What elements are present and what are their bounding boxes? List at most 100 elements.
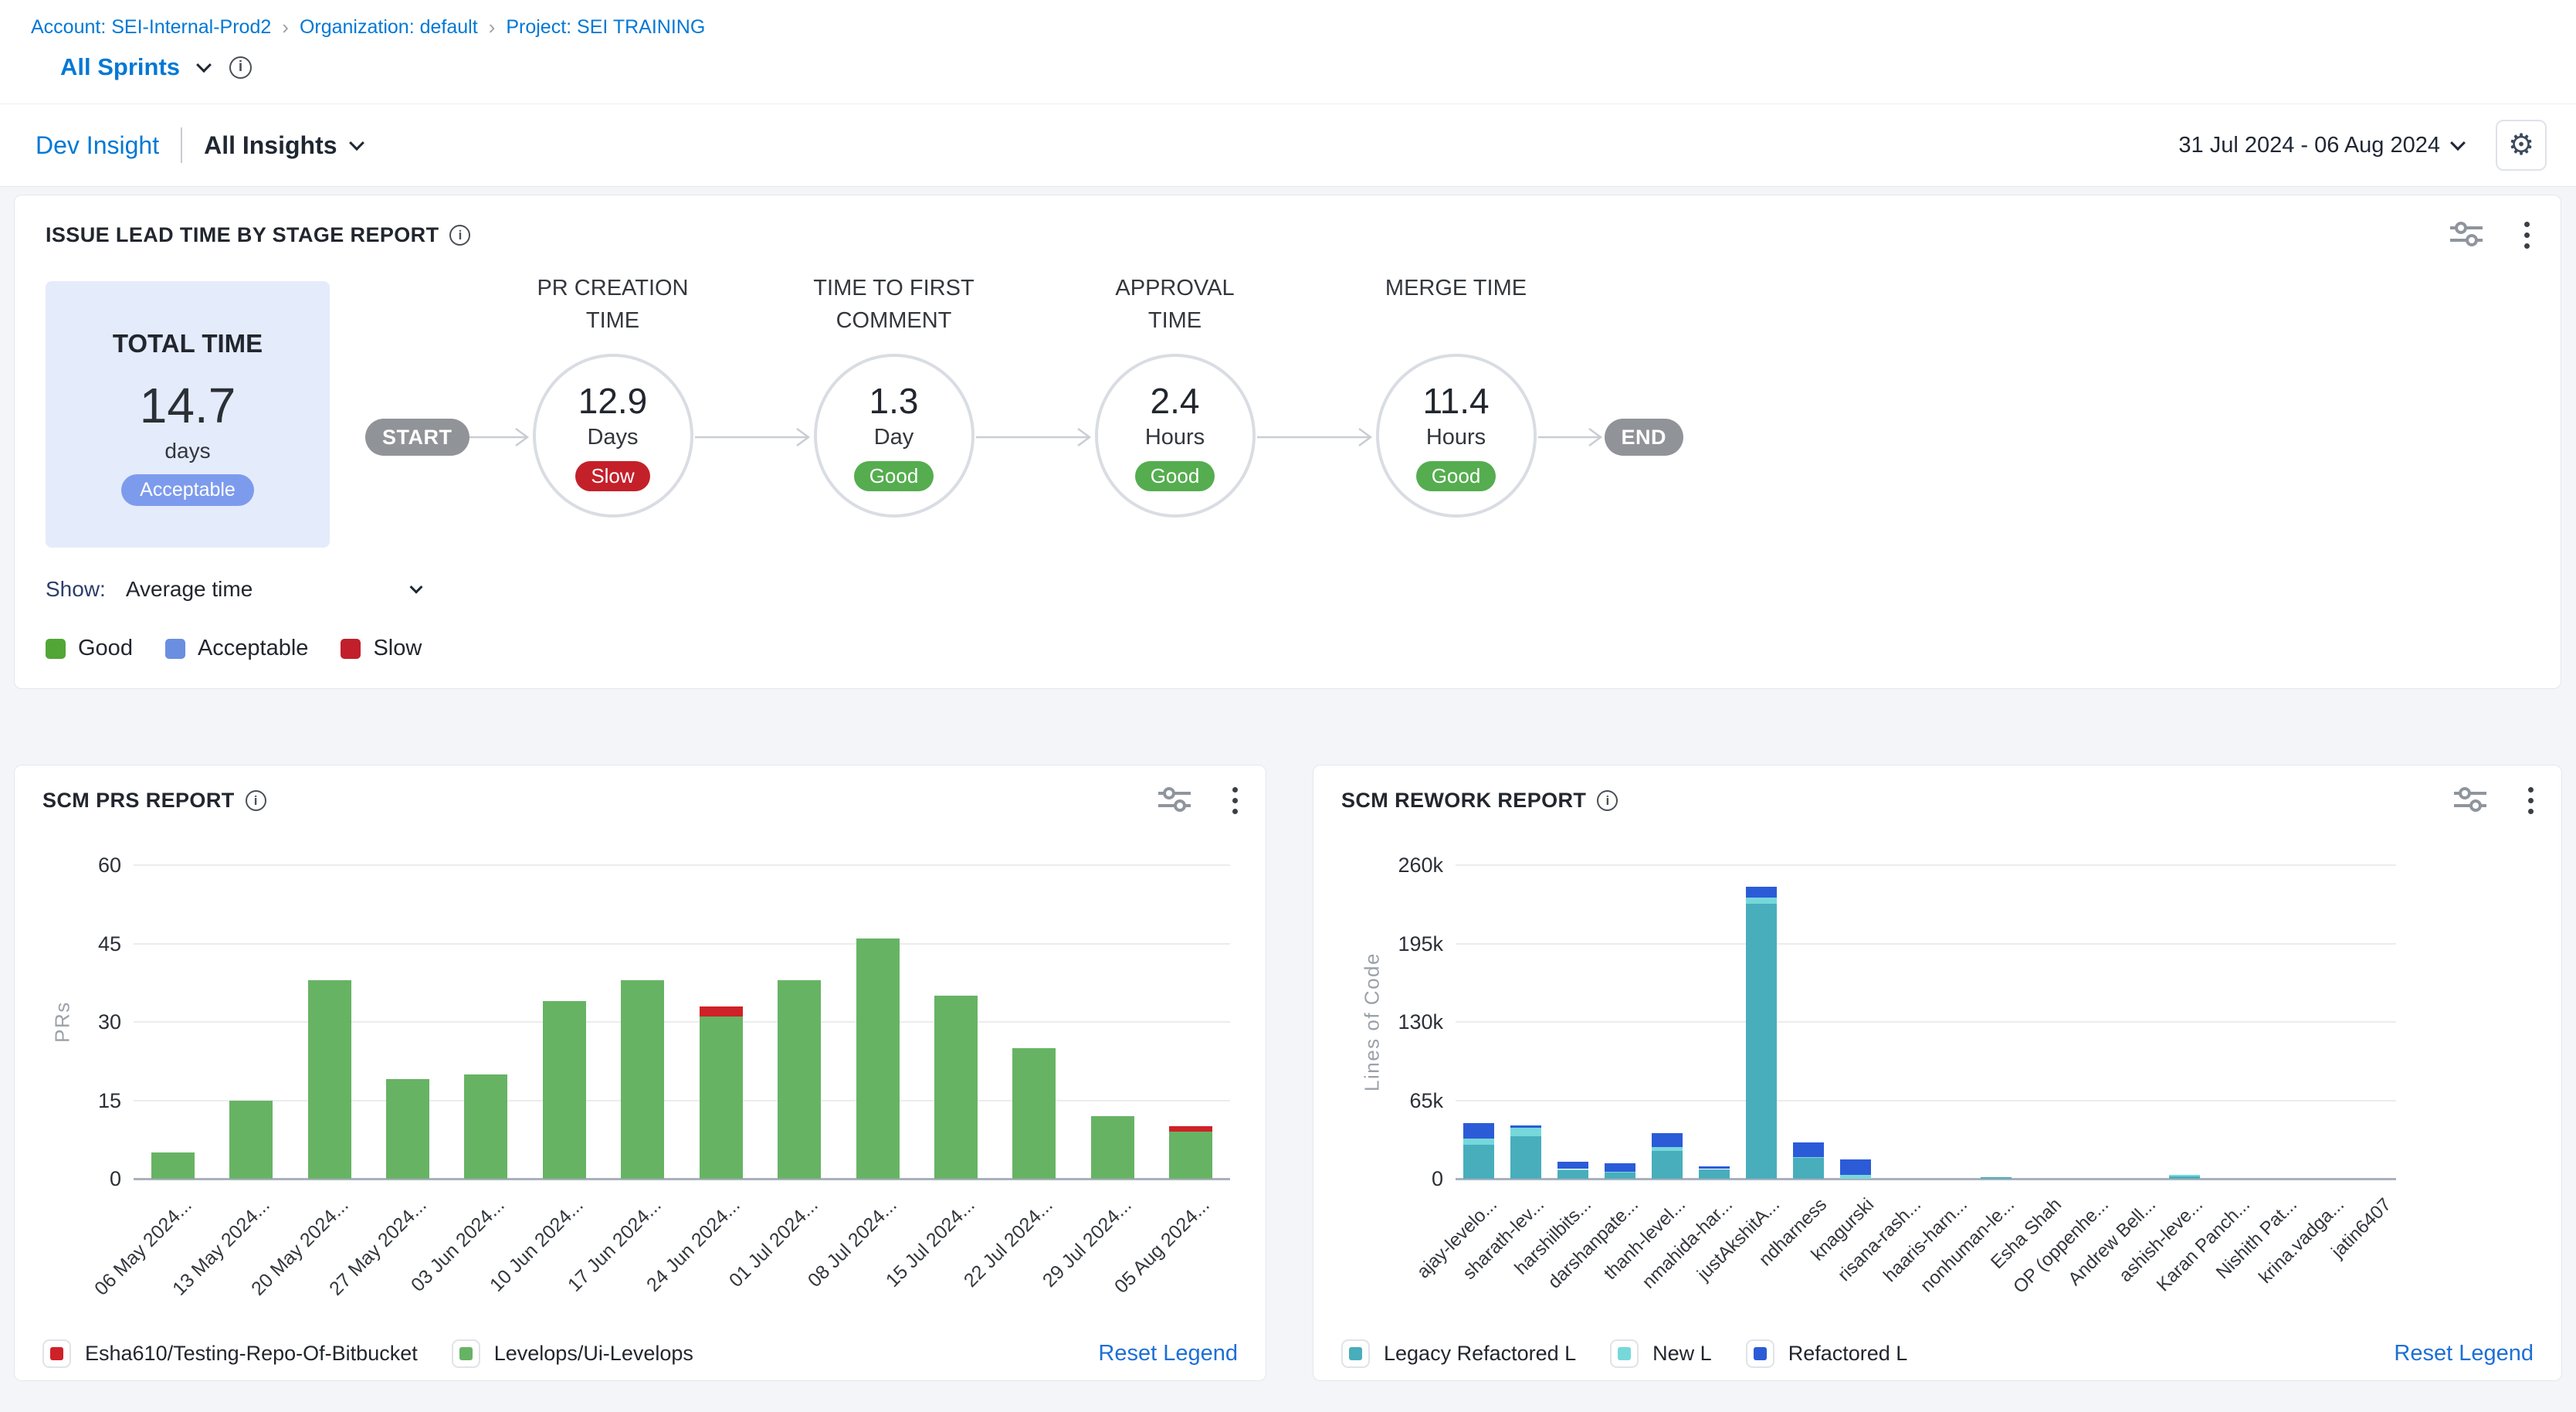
- legend-item[interactable]: Legacy Refactored L: [1341, 1339, 1576, 1368]
- bar-segment[interactable]: [1091, 1116, 1134, 1179]
- breadcrumb-link[interactable]: Organization: default: [300, 16, 478, 39]
- bar-segment[interactable]: [2169, 1176, 2200, 1179]
- bar-segment[interactable]: [1169, 1132, 1212, 1179]
- chevron-down-icon[interactable]: [2450, 135, 2466, 151]
- bar-segment[interactable]: [1746, 887, 1777, 898]
- bar-segment[interactable]: [1605, 1173, 1635, 1179]
- legend-checkbox: [42, 1339, 71, 1368]
- bar-segment[interactable]: [1981, 1177, 2012, 1179]
- bar-segment[interactable]: [1463, 1139, 1494, 1145]
- info-icon[interactable]: i: [449, 225, 470, 246]
- chevron-down-icon[interactable]: [196, 57, 212, 73]
- gridline: [1456, 943, 2396, 945]
- bar-segment[interactable]: [1652, 1133, 1683, 1148]
- flow-arrow-icon: [976, 425, 1093, 453]
- total-time-label: TOTAL TIME: [113, 329, 263, 358]
- y-tick-label: 260k: [1341, 854, 1443, 877]
- bar-segment[interactable]: [1699, 1166, 1730, 1169]
- legend-item[interactable]: Esha610/Testing-Repo-Of-Bitbucket: [42, 1339, 418, 1368]
- legend-item[interactable]: New L: [1610, 1339, 1712, 1368]
- stage-node[interactable]: 11.4HoursGood: [1376, 354, 1537, 518]
- stage-node[interactable]: 1.3DayGood: [814, 354, 974, 518]
- bar-segment[interactable]: [1510, 1136, 1541, 1179]
- bar-segment[interactable]: [1605, 1163, 1635, 1172]
- flow-end-pill: END: [1605, 419, 1684, 456]
- kebab-menu-icon[interactable]: [2528, 787, 2534, 814]
- bar-segment[interactable]: [1557, 1169, 1588, 1171]
- bar-segment[interactable]: [1557, 1162, 1588, 1169]
- bar-segment[interactable]: [856, 939, 900, 1179]
- bar-segment[interactable]: [1840, 1175, 1871, 1179]
- bar-segment[interactable]: [1746, 904, 1777, 1179]
- bar-segment[interactable]: [1699, 1169, 1730, 1179]
- show-selector[interactable]: Show: Average time: [46, 577, 2530, 602]
- bar-segment[interactable]: [1463, 1123, 1494, 1139]
- legend-item[interactable]: Refactored L: [1746, 1339, 1908, 1368]
- total-time-card: TOTAL TIME 14.7 days Acceptable: [46, 281, 330, 548]
- legend-item[interactable]: Levelops/Ui-Levelops: [452, 1339, 693, 1368]
- bar-segment[interactable]: [1793, 1142, 1824, 1157]
- insights-dropdown-label[interactable]: All Insights: [204, 131, 337, 160]
- chevron-down-icon[interactable]: [349, 135, 364, 151]
- stage-unit: Hours: [1145, 425, 1205, 450]
- y-tick-label: 0: [1341, 1167, 1443, 1191]
- show-value[interactable]: Average time: [126, 577, 253, 602]
- bar-segment[interactable]: [464, 1074, 507, 1179]
- info-icon[interactable]: i: [246, 790, 266, 811]
- issue-lead-time-card: ISSUE LEAD TIME BY STAGE REPORT i TOTAL …: [14, 195, 2561, 689]
- legend-item[interactable]: Slow: [341, 636, 422, 661]
- filter-sliders-icon[interactable]: [2449, 220, 2484, 250]
- bar-segment[interactable]: [386, 1079, 429, 1179]
- bar-segment[interactable]: [543, 1001, 586, 1179]
- flow-arrow-icon: [1538, 425, 1605, 453]
- bar-segment[interactable]: [2169, 1175, 2200, 1176]
- bar-segment[interactable]: [700, 1017, 743, 1179]
- bar-segment[interactable]: [1793, 1157, 1824, 1159]
- bar-segment[interactable]: [308, 980, 351, 1179]
- chevron-down-icon[interactable]: [410, 581, 423, 594]
- card-title: SCM REWORK REPORT: [1341, 789, 1586, 813]
- kebab-menu-icon[interactable]: [2524, 222, 2530, 249]
- dev-insight-link[interactable]: Dev Insight: [36, 131, 159, 160]
- legend-swatch: [459, 1347, 473, 1360]
- bar-segment[interactable]: [621, 980, 664, 1179]
- stage-node[interactable]: 2.4HoursGood: [1095, 354, 1256, 518]
- date-range-value[interactable]: 31 Jul 2024 - 06 Aug 2024: [2178, 133, 2440, 158]
- settings-button[interactable]: ⚙: [2496, 120, 2547, 171]
- bar-segment[interactable]: [778, 980, 821, 1179]
- bar-segment[interactable]: [151, 1152, 195, 1179]
- legend-item[interactable]: Acceptable: [165, 636, 309, 661]
- sprint-selector[interactable]: All Sprints i: [60, 53, 2576, 81]
- bar-segment[interactable]: [1557, 1170, 1588, 1179]
- breadcrumb-link[interactable]: Project: SEI TRAINING: [506, 16, 705, 39]
- info-icon[interactable]: i: [1597, 790, 1618, 811]
- filter-sliders-icon[interactable]: [1157, 786, 1192, 816]
- legend-item[interactable]: Good: [46, 636, 133, 661]
- top-header: Account: SEI-Internal-Prod2›Organization…: [0, 0, 2576, 187]
- bar-segment[interactable]: [1840, 1159, 1871, 1175]
- bar-segment[interactable]: [700, 1006, 743, 1017]
- bar-segment[interactable]: [1169, 1126, 1212, 1132]
- bar-segment[interactable]: [1012, 1048, 1056, 1179]
- kebab-menu-icon[interactable]: [1232, 787, 1238, 814]
- stage-node[interactable]: 12.9DaysSlow: [533, 354, 693, 518]
- gridline: [134, 864, 1230, 866]
- bar-segment[interactable]: [229, 1101, 273, 1179]
- bar-segment[interactable]: [1463, 1145, 1494, 1179]
- bar-segment[interactable]: [1793, 1158, 1824, 1179]
- sprint-selector-label[interactable]: All Sprints: [60, 53, 180, 81]
- reset-legend-link[interactable]: Reset Legend: [1098, 1341, 1238, 1366]
- filter-sliders-icon[interactable]: [2452, 786, 2488, 816]
- bar-segment[interactable]: [1746, 898, 1777, 904]
- bar-segment[interactable]: [1605, 1172, 1635, 1173]
- legend-swatch: [1618, 1347, 1631, 1360]
- bar-segment[interactable]: [934, 996, 978, 1179]
- bar-segment[interactable]: [1652, 1147, 1683, 1151]
- bar-segment[interactable]: [1510, 1125, 1541, 1128]
- bar-segment[interactable]: [1652, 1151, 1683, 1179]
- breadcrumb-link[interactable]: Account: SEI-Internal-Prod2: [31, 16, 271, 39]
- flow-arrow-icon: [695, 425, 812, 453]
- bar-segment[interactable]: [1510, 1128, 1541, 1136]
- flow-arrow-icon: [1257, 425, 1374, 453]
- reset-legend-link[interactable]: Reset Legend: [2394, 1341, 2534, 1366]
